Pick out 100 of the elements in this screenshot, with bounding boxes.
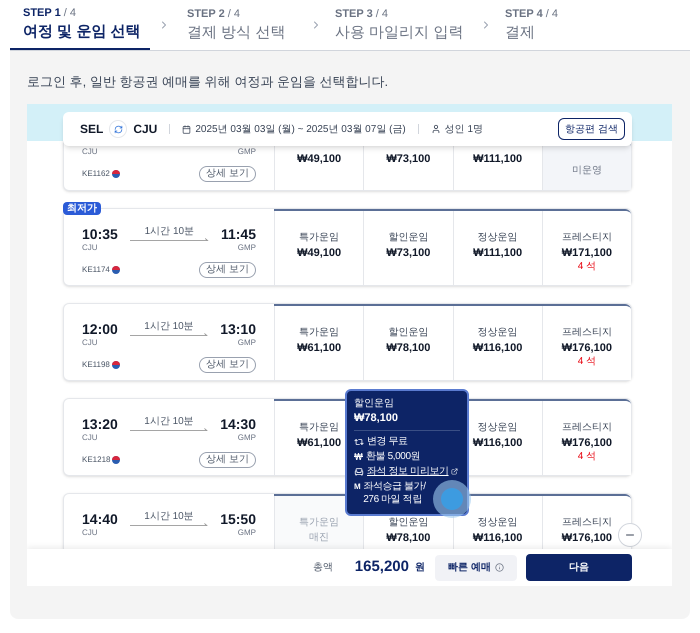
fare-price: ₩176,100 — [562, 531, 612, 546]
fare-label: 특가운임 — [299, 421, 340, 435]
arrival-time: 11:45 — [220, 224, 256, 244]
fare-price: ₩171,100 — [562, 246, 612, 261]
total-label: 총액 — [312, 561, 333, 575]
flight-duration: 1시간 10분 — [144, 320, 194, 332]
tooltip-row-text: 변경 무료 — [367, 435, 409, 448]
arrival-time: 14:30 — [220, 414, 256, 434]
destination-code: CJU — [133, 121, 158, 138]
tooltip-row-text: 환불 5,000원 — [366, 450, 422, 463]
quick-booking-button[interactable]: 빠른 예매 — [435, 554, 517, 580]
fare-cell[interactable]: ₩49,100 — [274, 143, 364, 190]
external-link-icon — [450, 468, 458, 475]
fare-price: ₩176,100 — [562, 436, 612, 451]
airport-code: GMP — [238, 527, 256, 539]
airline-logo-icon — [112, 170, 120, 178]
fare-price: ₩116,100 — [472, 436, 522, 451]
unavailable-label: 미운영 — [572, 164, 602, 178]
fare-price: ₩49,100 — [297, 246, 342, 261]
swap-route-button[interactable] — [109, 120, 128, 138]
airport-code: CJU — [82, 337, 98, 349]
currency-unit: 원 — [415, 561, 425, 575]
total-amount: 165,200 — [354, 557, 409, 578]
details-button[interactable]: 상세 보기 — [199, 357, 256, 373]
fare-label: 프레스티지 — [562, 421, 612, 435]
airport-code: CJU — [82, 146, 98, 158]
airline-logo-icon — [112, 361, 120, 369]
lowest-price-badge: 최저가 — [63, 202, 101, 215]
fare-cell[interactable]: 프레스티지 ₩176,100 4 석 — [542, 306, 631, 380]
fare-label: 프레스티지 — [562, 231, 612, 245]
calendar-icon — [182, 124, 192, 134]
travel-dates[interactable]: 2025년 03월 03일 (월) ~ 2025년 03월 07일 (금) — [195, 122, 406, 136]
origin-code: SEL — [80, 121, 104, 138]
fare-price: ₩176,100 — [562, 341, 612, 356]
fare-label: 할인운임 — [388, 231, 428, 245]
airport-code: GMP — [238, 242, 256, 254]
details-button[interactable]: 상세 보기 — [199, 262, 256, 278]
fare-cell[interactable]: 특가운임 ₩49,100 — [274, 211, 364, 285]
fare-price: ₩111,100 — [473, 246, 522, 261]
fare-price: ₩78,100 — [386, 341, 430, 356]
flight-number: KE1162 — [82, 168, 110, 180]
seats-left: 4 석 — [578, 261, 596, 273]
fare-price: ₩78,100 — [386, 531, 430, 546]
fare-cell[interactable]: ₩73,100 — [363, 143, 452, 190]
swap-icon — [114, 124, 123, 134]
fare-label: 정상운임 — [478, 326, 518, 340]
fare-label: 특가운임 — [299, 231, 340, 245]
fare-cell[interactable]: ₩111,100 — [452, 143, 542, 190]
next-button[interactable]: 다음 — [526, 554, 632, 581]
description-text: 로그인 후, 일반 항공권 예매를 위해 여정과 운임을 선택합니다. — [27, 73, 390, 91]
fare-cell[interactable]: 프레스티지 ₩171,100 4 석 — [542, 211, 631, 285]
airline-logo-icon — [112, 266, 120, 274]
fare-cell[interactable]: 할인운임 ₩78,100 — [363, 306, 452, 380]
fare-price: ₩61,100 — [297, 436, 342, 451]
departure-time: 10:35 — [82, 224, 118, 244]
fare-cell[interactable]: 프레스티지 ₩176,100 — [542, 496, 631, 549]
fare-price: ₩116,100 — [472, 341, 522, 356]
fare-cell[interactable]: 정상운임 ₩116,100 — [452, 306, 542, 380]
passenger-count[interactable]: 성인 1명 — [444, 122, 484, 136]
mileage-mark: M — [354, 480, 360, 492]
step-tab[interactable]: STEP 2 / 4 결제 방식 선택 — [187, 0, 310, 50]
airport-code: CJU — [82, 527, 98, 539]
airport-code: CJU — [82, 432, 98, 444]
flight-search-button[interactable]: 항공편 검색 — [558, 118, 625, 140]
flight-duration: 1시간 10분 — [144, 416, 194, 426]
airline-logo-icon — [112, 456, 120, 464]
seats-left: 4 석 — [578, 451, 596, 463]
flight-number: KE1198 — [82, 359, 110, 371]
flight-duration: 1시간 10분 — [144, 510, 194, 522]
fare-label: 할인운임 — [388, 516, 428, 530]
airport-code: CJU — [82, 242, 98, 254]
fare-price: ₩111,100 — [473, 152, 522, 167]
fare-price: ₩73,100 — [386, 152, 430, 167]
fare-cell[interactable]: 정상운임 ₩111,100 — [452, 211, 542, 285]
step-tab[interactable]: STEP 4 / 4 결제 — [505, 0, 625, 50]
swap-icon — [354, 436, 364, 446]
details-button[interactable]: 상세 보기 — [199, 166, 256, 182]
fare-price: ₩73,100 — [386, 246, 430, 261]
fare-label: 정상운임 — [478, 516, 518, 530]
won-icon — [354, 452, 363, 461]
fare-label: 할인운임 — [388, 326, 428, 340]
fare-price: ₩61,100 — [297, 341, 342, 356]
fare-label: 정상운임 — [478, 421, 518, 435]
seat-icon — [354, 466, 364, 476]
flight-duration: 1시간 10분 — [144, 226, 194, 236]
flight-number: KE1174 — [82, 264, 110, 276]
info-icon — [494, 563, 504, 572]
fare-label: 프레스티지 — [562, 326, 612, 340]
details-button[interactable]: 상세 보기 — [199, 452, 256, 468]
fare-label: 특가운임 — [299, 516, 340, 530]
arrival-time: 15:50 — [220, 510, 256, 528]
user-icon — [430, 124, 441, 134]
airport-code: GMP — [238, 432, 256, 444]
step-tab[interactable]: STEP 3 / 4 사용 마일리지 입력 — [335, 0, 480, 50]
fare-label: 정상운임 — [478, 231, 518, 245]
fare-cell[interactable]: 특가운임 ₩61,100 — [274, 306, 364, 380]
fare-cell[interactable]: 할인운임 ₩73,100 — [363, 211, 452, 285]
fare-label: 프레스티지 — [562, 516, 612, 530]
fare-cell[interactable]: 프레스티지 ₩176,100 4 석 — [542, 401, 631, 475]
departure-time: 13:20 — [82, 414, 118, 434]
